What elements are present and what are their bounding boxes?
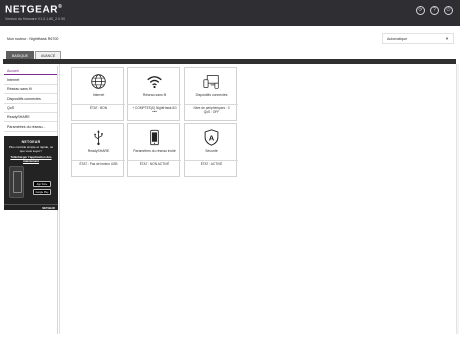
sidebar-item-qos[interactable]: QoS: [4, 104, 57, 113]
promo-download-link[interactable]: Télécharger l'application dès maintenant: [4, 153, 58, 163]
card-connected-devices[interactable]: Dispositifs connectés Nbre de périphériq…: [184, 67, 238, 121]
card-title: ReadySHARE: [87, 149, 110, 153]
app-promo-banner[interactable]: NETGEAR Plus contrôle simple et rapide, …: [4, 136, 58, 210]
language-selected: Automatique: [387, 37, 408, 41]
chevron-down-icon: ▼: [445, 36, 449, 41]
card-status: ÉTAT : BON: [89, 106, 108, 110]
card-title: Réseau sans fil: [142, 93, 167, 97]
promo-tagline: Plus contrôle simple et rapide, où que v…: [8, 145, 54, 153]
tab-bar-underline: [3, 59, 456, 64]
devices-icon: [203, 75, 219, 89]
sidebar-item-internet[interactable]: Internet: [4, 75, 57, 85]
language-select[interactable]: Automatique ▼: [382, 33, 454, 44]
phone-icon: [150, 129, 159, 146]
promo-brand: NETGEAR: [21, 140, 41, 144]
card-status: + COMPTES(S) NightHawk-5G ●●●: [128, 106, 181, 114]
brand-registered-mark: ®: [58, 4, 63, 10]
tab-basique[interactable]: BASIQUE: [6, 51, 34, 59]
sidebar-item-dispositifs[interactable]: Dispositifs connectés: [4, 94, 57, 104]
card-security[interactable]: A Sécurité ÉTAT : ACTIVÉ: [184, 123, 238, 177]
main-tabs: BASIQUE AVANCÉ: [6, 51, 62, 59]
sidebar-item-readyshare[interactable]: ReadySHARE: [4, 113, 57, 123]
globe-icon: [91, 74, 106, 89]
sidebar-item-parametres[interactable]: Paramètres du réseau...: [4, 122, 57, 132]
usb-icon: [94, 130, 103, 146]
power-icon[interactable]: ⏻: [444, 6, 453, 15]
security-icon-letter: A: [209, 133, 215, 142]
router-device-image: [9, 166, 24, 198]
content-divider: [59, 64, 60, 334]
wifi-icon: [147, 76, 162, 89]
sidebar-item-reseau-sans-fil[interactable]: Réseau sans fil: [4, 85, 57, 95]
card-wireless[interactable]: Réseau sans fil + COMPTES(S) NightHawk-5…: [127, 67, 181, 121]
page-scrollbar[interactable]: [456, 64, 459, 334]
sidebar-item-accueil[interactable]: Accueil: [4, 66, 57, 76]
card-status: ÉTAT : Pas de lecteur USB: [79, 162, 118, 166]
help-icon[interactable]: ?: [430, 6, 439, 15]
card-title: Sécurité: [205, 149, 218, 153]
promo-footer-brand: NETGEAR: [4, 204, 58, 210]
card-status: ÉTAT : ACTIVÉ: [200, 162, 223, 166]
security-icon: A: [204, 129, 219, 146]
brand-logo[interactable]: NETGEAR®: [5, 4, 62, 15]
google-play-badge[interactable]: Google Play: [33, 189, 51, 195]
card-guest-network[interactable]: Paramètres du réseau invité ÉTAT : NON A…: [127, 123, 181, 177]
card-internet[interactable]: Internet ÉTAT : BON: [71, 67, 125, 121]
tab-avance[interactable]: AVANCÉ: [34, 51, 62, 59]
firmware-version: Version du firmware V1.0.1.80_2.0.90: [5, 17, 66, 21]
card-title: Internet: [92, 93, 105, 97]
card-status: Nbre de périphériques : 3 QoS : OFF: [185, 106, 238, 114]
card-title: Dispositifs connectés: [195, 93, 228, 97]
brand-text: NETGEAR: [5, 4, 59, 16]
card-readyshare[interactable]: ReadySHARE ÉTAT : Pas de lecteur USB: [71, 123, 125, 177]
router-name: Mon routeur : NightHawk R6700: [7, 37, 59, 41]
card-status-line-2: ●●●: [152, 110, 157, 114]
card-status-line-2: QoS : OFF: [203, 110, 220, 115]
top-bar: NETGEAR® Version du firmware V1.0.1.80_2…: [0, 0, 460, 26]
app-store-badge[interactable]: App Store: [33, 181, 51, 187]
card-status: ÉTAT : NON ACTIVÉ: [139, 162, 170, 166]
card-title: Paramètres du réseau invité: [133, 149, 176, 153]
sync-icon[interactable]: ⟳: [416, 6, 425, 15]
